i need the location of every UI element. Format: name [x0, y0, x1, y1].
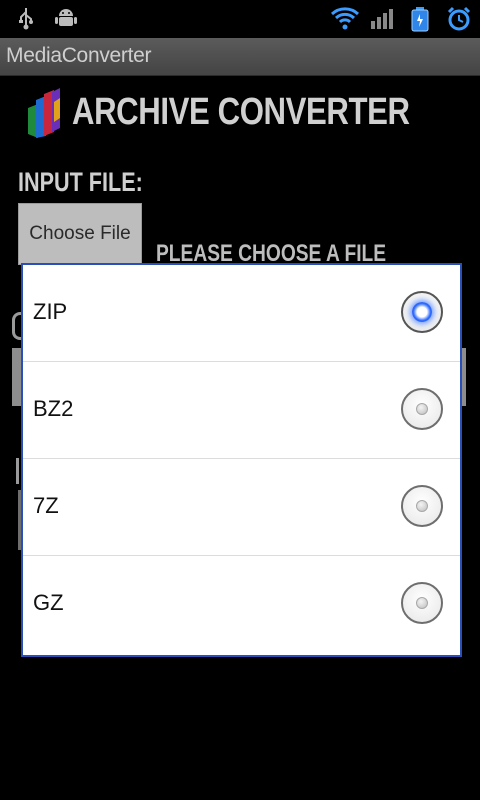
option-7z[interactable]: 7Z	[23, 459, 460, 556]
signal-icon	[371, 9, 393, 29]
app-logo	[28, 88, 60, 138]
option-label: 7Z	[33, 493, 59, 518]
radio-button[interactable]	[401, 582, 443, 624]
option-label: BZ2	[33, 396, 74, 421]
alarm-icon	[447, 6, 471, 31]
title-bar: MediaConverter	[0, 38, 480, 76]
radio-dot	[416, 597, 428, 609]
option-bz2[interactable]: BZ2	[23, 362, 460, 459]
radio-button[interactable]	[401, 388, 443, 430]
format-selection-dialog: ZIP BZ2 7Z GZ	[21, 263, 462, 657]
option-label: ZIP	[33, 299, 68, 324]
option-zip[interactable]: ZIP	[23, 265, 460, 362]
usb-icon	[19, 8, 33, 30]
radio-button-selected[interactable]	[401, 291, 443, 333]
radio-button[interactable]	[401, 485, 443, 527]
wifi-icon	[330, 7, 360, 30]
app-title: ARCHIVE CONVERTER	[72, 91, 410, 133]
window-title: MediaConverter	[6, 44, 152, 67]
status-bar	[0, 0, 480, 38]
android-debug-icon	[55, 9, 77, 26]
radio-dot	[412, 302, 432, 322]
radio-dot	[416, 403, 428, 415]
option-label: GZ	[33, 590, 64, 615]
choose-file-button[interactable]: Choose File	[18, 203, 142, 265]
battery-icon	[411, 7, 429, 32]
radio-dot	[416, 500, 428, 512]
input-file-label: INPUT FILE:	[18, 167, 143, 197]
option-gz[interactable]: GZ	[23, 556, 460, 653]
